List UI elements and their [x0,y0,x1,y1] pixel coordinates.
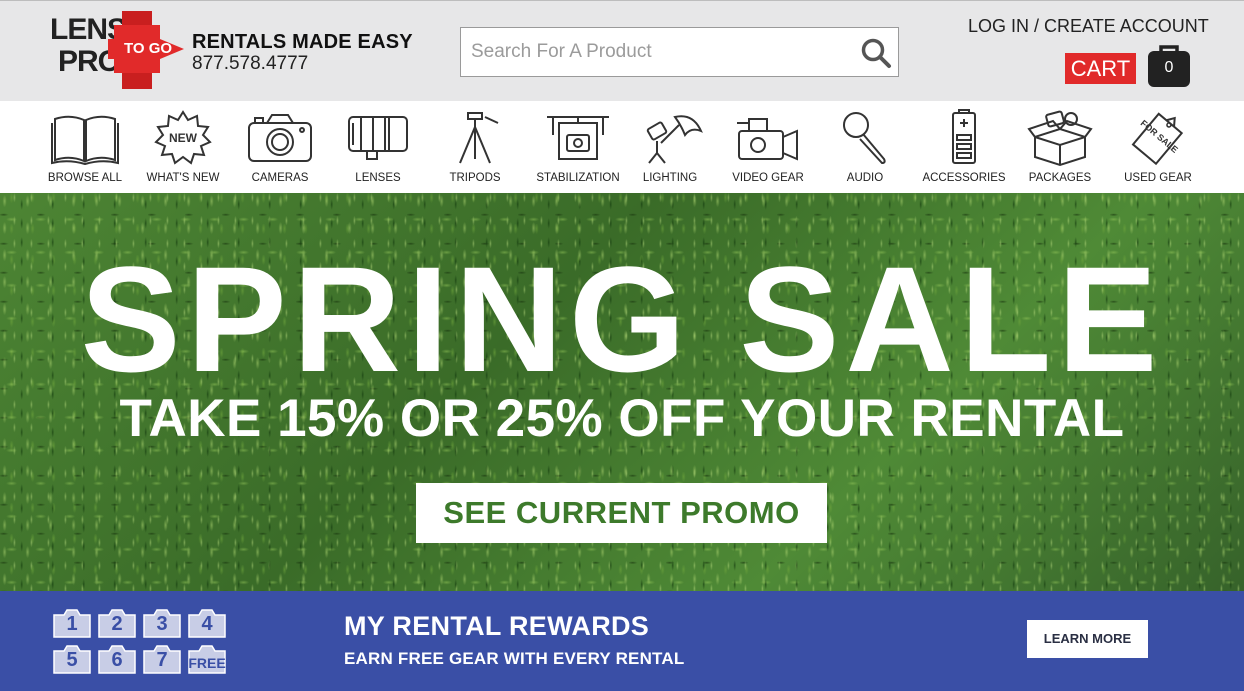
gimbal-icon [547,116,609,160]
lenspro-logo[interactable]: LENS PRO TO GO [50,9,185,91]
reward-badge-number: 1 [66,613,78,635]
nav-label: ACCESSORIES [922,172,1006,184]
nav-browse-all[interactable]: BROWSE ALL [37,109,133,191]
rewards-title: MY RENTAL REWARDS [344,611,650,641]
hero-title: SPRING SALE [80,235,1164,403]
hero-subtitle: TAKE 15% OR 25% OFF YOUR RENTAL [119,389,1125,448]
nav-label: LIGHTING [642,172,698,184]
nav-lenses[interactable]: LENSES [330,109,426,191]
umbrella-light-icon [646,115,703,164]
nav-label: USED GEAR [1124,172,1192,184]
microphone-icon [843,112,886,165]
reward-badge-number: FREE [188,655,226,671]
nav-packages[interactable]: PACKAGES [1012,109,1108,191]
search-input[interactable] [471,28,851,76]
nav-label: TRIPODS [449,172,501,184]
reward-badge: 3 [142,607,182,639]
see-current-promo-button[interactable]: SEE CURRENT PROMO [416,483,827,543]
video-camera-icon [737,118,798,161]
nav-tripods[interactable]: TRIPODS [427,109,523,191]
nav-label: CAMERAS [251,172,309,184]
logo-togo-text: TO GO [124,40,173,57]
cart-count: 0 [1164,59,1174,76]
new-badge-text: NEW [169,131,198,145]
new-badge-icon: NEW [154,110,212,165]
nav-stabilization[interactable]: STABILIZATION [530,109,626,191]
reward-badge: 4 [187,607,227,639]
for-sale-tag-icon: FOR SALE [1131,112,1184,166]
nav-label: PACKAGES [1028,172,1092,184]
cart-button[interactable]: CART [1065,53,1136,84]
nav-label: AUDIO [846,172,884,184]
nav-used-gear[interactable]: FOR SALE USED GEAR [1110,109,1206,191]
rewards-subtitle: EARN FREE GEAR WITH EVERY RENTAL [344,649,685,668]
site-header: LENS PRO TO GO RENTALS MADE EASY 877.578… [0,0,1244,101]
nav-label: LENSES [355,172,401,184]
reward-badge: 7 [142,643,182,675]
category-nav: BROWSE ALL NEW WHAT'S NEW CAMERAS LENSES… [0,101,1244,193]
nav-label: VIDEO GEAR [732,172,804,184]
reward-badge-number: 3 [156,613,168,635]
nav-video-gear[interactable]: VIDEO GEAR [720,109,816,191]
reward-badge-number: 5 [66,649,78,671]
nav-whats-new[interactable]: NEW WHAT'S NEW [135,109,231,191]
rental-rewards-bar: 1 2 3 4 5 6 7 FREE MY RENTAL REWARDS EAR… [0,591,1244,691]
camera-icon [248,114,312,162]
reward-badge: 1 [52,607,92,639]
reward-badge-free: FREE [187,643,227,675]
phone-number[interactable]: 877.578.4777 [192,53,308,74]
reward-badge: 5 [52,643,92,675]
nav-audio[interactable]: AUDIO [817,109,913,191]
nav-label: BROWSE ALL [47,172,123,184]
hero-banner: SPRING SALE TAKE 15% OR 25% OFF YOUR REN… [0,193,1244,591]
reward-badge-number: 7 [156,649,168,671]
reward-badge: 2 [97,607,137,639]
nav-accessories[interactable]: ACCESSORIES [916,109,1012,191]
battery-icon [952,109,976,164]
reward-badge-number: 6 [111,649,123,671]
search-icon[interactable] [860,37,892,69]
login-create-account-link[interactable]: LOG IN / CREATE ACCOUNT [968,15,1209,37]
lens-icon [348,116,408,160]
nav-lighting[interactable]: LIGHTING [622,109,718,191]
reward-badge-number: 2 [111,613,123,635]
nav-label: STABILIZATION [536,172,620,184]
reward-badge: 6 [97,643,137,675]
search-box [460,27,899,77]
reward-badge-number: 4 [201,613,213,635]
package-box-icon [1027,110,1093,167]
learn-more-button[interactable]: LEARN MORE [1027,620,1148,658]
nav-cameras[interactable]: CAMERAS [232,109,328,191]
book-icon [51,115,119,166]
tripod-icon [459,112,499,164]
tagline: RENTALS MADE EASY [192,31,413,53]
nav-label: WHAT'S NEW [146,172,220,184]
